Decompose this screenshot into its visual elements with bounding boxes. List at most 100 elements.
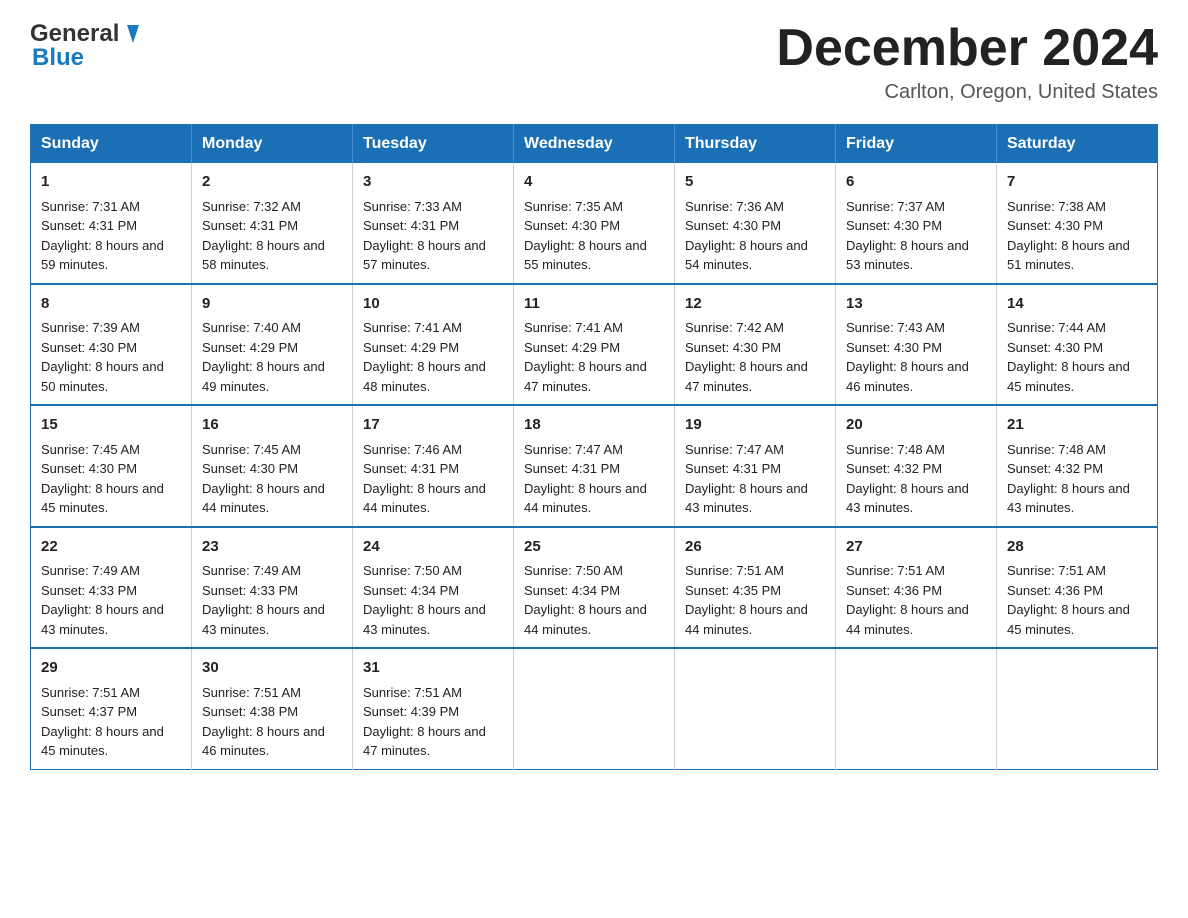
day-number: 8 [41, 293, 181, 316]
calendar-week-row: 22 Sunrise: 7:49 AMSunset: 4:33 PMDaylig… [31, 527, 1158, 649]
day-info: Sunrise: 7:41 AMSunset: 4:29 PMDaylight:… [524, 320, 647, 394]
day-info: Sunrise: 7:47 AMSunset: 4:31 PMDaylight:… [524, 442, 647, 516]
page-header: General Blue December 2024 Carlton, Oreg… [30, 20, 1158, 104]
day-info: Sunrise: 7:48 AMSunset: 4:32 PMDaylight:… [846, 442, 969, 516]
calendar-week-row: 1 Sunrise: 7:31 AMSunset: 4:31 PMDayligh… [31, 163, 1158, 284]
table-row: 10 Sunrise: 7:41 AMSunset: 4:29 PMDaylig… [353, 284, 514, 406]
col-wednesday: Wednesday [514, 125, 675, 164]
table-row: 15 Sunrise: 7:45 AMSunset: 4:30 PMDaylig… [31, 405, 192, 527]
day-number: 7 [1007, 171, 1147, 194]
day-number: 19 [685, 414, 825, 437]
day-number: 5 [685, 171, 825, 194]
table-row: 19 Sunrise: 7:47 AMSunset: 4:31 PMDaylig… [675, 405, 836, 527]
col-tuesday: Tuesday [353, 125, 514, 164]
day-info: Sunrise: 7:51 AMSunset: 4:38 PMDaylight:… [202, 685, 325, 759]
day-number: 14 [1007, 293, 1147, 316]
day-number: 3 [363, 171, 503, 194]
table-row [514, 648, 675, 769]
table-row: 13 Sunrise: 7:43 AMSunset: 4:30 PMDaylig… [836, 284, 997, 406]
day-info: Sunrise: 7:39 AMSunset: 4:30 PMDaylight:… [41, 320, 164, 394]
day-info: Sunrise: 7:31 AMSunset: 4:31 PMDaylight:… [41, 199, 164, 273]
calendar-header-row: Sunday Monday Tuesday Wednesday Thursday… [31, 125, 1158, 164]
day-info: Sunrise: 7:51 AMSunset: 4:36 PMDaylight:… [1007, 563, 1130, 637]
col-friday: Friday [836, 125, 997, 164]
day-info: Sunrise: 7:45 AMSunset: 4:30 PMDaylight:… [41, 442, 164, 516]
day-info: Sunrise: 7:44 AMSunset: 4:30 PMDaylight:… [1007, 320, 1130, 394]
day-number: 6 [846, 171, 986, 194]
day-number: 17 [363, 414, 503, 437]
day-number: 18 [524, 414, 664, 437]
logo: General Blue [30, 20, 145, 72]
table-row [836, 648, 997, 769]
day-info: Sunrise: 7:50 AMSunset: 4:34 PMDaylight:… [524, 563, 647, 637]
month-title: December 2024 [776, 20, 1158, 77]
day-number: 25 [524, 536, 664, 559]
col-thursday: Thursday [675, 125, 836, 164]
day-number: 26 [685, 536, 825, 559]
table-row: 16 Sunrise: 7:45 AMSunset: 4:30 PMDaylig… [192, 405, 353, 527]
table-row: 24 Sunrise: 7:50 AMSunset: 4:34 PMDaylig… [353, 527, 514, 649]
day-number: 31 [363, 657, 503, 680]
col-sunday: Sunday [31, 125, 192, 164]
day-number: 23 [202, 536, 342, 559]
table-row: 27 Sunrise: 7:51 AMSunset: 4:36 PMDaylig… [836, 527, 997, 649]
table-row: 4 Sunrise: 7:35 AMSunset: 4:30 PMDayligh… [514, 163, 675, 284]
logo-blue-text: Blue [32, 44, 145, 72]
table-row: 22 Sunrise: 7:49 AMSunset: 4:33 PMDaylig… [31, 527, 192, 649]
calendar-table: Sunday Monday Tuesday Wednesday Thursday… [30, 124, 1158, 770]
table-row: 3 Sunrise: 7:33 AMSunset: 4:31 PMDayligh… [353, 163, 514, 284]
table-row: 31 Sunrise: 7:51 AMSunset: 4:39 PMDaylig… [353, 648, 514, 769]
table-row: 18 Sunrise: 7:47 AMSunset: 4:31 PMDaylig… [514, 405, 675, 527]
day-info: Sunrise: 7:48 AMSunset: 4:32 PMDaylight:… [1007, 442, 1130, 516]
table-row: 20 Sunrise: 7:48 AMSunset: 4:32 PMDaylig… [836, 405, 997, 527]
day-info: Sunrise: 7:38 AMSunset: 4:30 PMDaylight:… [1007, 199, 1130, 273]
col-saturday: Saturday [997, 125, 1158, 164]
day-info: Sunrise: 7:33 AMSunset: 4:31 PMDaylight:… [363, 199, 486, 273]
calendar-week-row: 15 Sunrise: 7:45 AMSunset: 4:30 PMDaylig… [31, 405, 1158, 527]
table-row: 2 Sunrise: 7:32 AMSunset: 4:31 PMDayligh… [192, 163, 353, 284]
table-row [997, 648, 1158, 769]
table-row: 9 Sunrise: 7:40 AMSunset: 4:29 PMDayligh… [192, 284, 353, 406]
table-row: 14 Sunrise: 7:44 AMSunset: 4:30 PMDaylig… [997, 284, 1158, 406]
table-row: 21 Sunrise: 7:48 AMSunset: 4:32 PMDaylig… [997, 405, 1158, 527]
day-number: 4 [524, 171, 664, 194]
day-number: 27 [846, 536, 986, 559]
table-row: 23 Sunrise: 7:49 AMSunset: 4:33 PMDaylig… [192, 527, 353, 649]
day-number: 15 [41, 414, 181, 437]
table-row: 11 Sunrise: 7:41 AMSunset: 4:29 PMDaylig… [514, 284, 675, 406]
table-row: 6 Sunrise: 7:37 AMSunset: 4:30 PMDayligh… [836, 163, 997, 284]
day-number: 28 [1007, 536, 1147, 559]
day-number: 11 [524, 293, 664, 316]
table-row: 8 Sunrise: 7:39 AMSunset: 4:30 PMDayligh… [31, 284, 192, 406]
day-number: 12 [685, 293, 825, 316]
day-info: Sunrise: 7:49 AMSunset: 4:33 PMDaylight:… [202, 563, 325, 637]
title-block: December 2024 Carlton, Oregon, United St… [776, 20, 1158, 104]
table-row: 29 Sunrise: 7:51 AMSunset: 4:37 PMDaylig… [31, 648, 192, 769]
day-info: Sunrise: 7:37 AMSunset: 4:30 PMDaylight:… [846, 199, 969, 273]
day-number: 16 [202, 414, 342, 437]
day-number: 29 [41, 657, 181, 680]
day-info: Sunrise: 7:36 AMSunset: 4:30 PMDaylight:… [685, 199, 808, 273]
day-number: 10 [363, 293, 503, 316]
day-info: Sunrise: 7:35 AMSunset: 4:30 PMDaylight:… [524, 199, 647, 273]
table-row: 7 Sunrise: 7:38 AMSunset: 4:30 PMDayligh… [997, 163, 1158, 284]
day-number: 2 [202, 171, 342, 194]
day-number: 24 [363, 536, 503, 559]
day-info: Sunrise: 7:51 AMSunset: 4:36 PMDaylight:… [846, 563, 969, 637]
day-info: Sunrise: 7:51 AMSunset: 4:37 PMDaylight:… [41, 685, 164, 759]
day-number: 13 [846, 293, 986, 316]
calendar-week-row: 29 Sunrise: 7:51 AMSunset: 4:37 PMDaylig… [31, 648, 1158, 769]
col-monday: Monday [192, 125, 353, 164]
table-row: 30 Sunrise: 7:51 AMSunset: 4:38 PMDaylig… [192, 648, 353, 769]
day-info: Sunrise: 7:43 AMSunset: 4:30 PMDaylight:… [846, 320, 969, 394]
table-row: 25 Sunrise: 7:50 AMSunset: 4:34 PMDaylig… [514, 527, 675, 649]
day-info: Sunrise: 7:40 AMSunset: 4:29 PMDaylight:… [202, 320, 325, 394]
calendar-week-row: 8 Sunrise: 7:39 AMSunset: 4:30 PMDayligh… [31, 284, 1158, 406]
day-number: 20 [846, 414, 986, 437]
table-row: 28 Sunrise: 7:51 AMSunset: 4:36 PMDaylig… [997, 527, 1158, 649]
day-number: 1 [41, 171, 181, 194]
table-row: 1 Sunrise: 7:31 AMSunset: 4:31 PMDayligh… [31, 163, 192, 284]
day-info: Sunrise: 7:47 AMSunset: 4:31 PMDaylight:… [685, 442, 808, 516]
day-info: Sunrise: 7:51 AMSunset: 4:39 PMDaylight:… [363, 685, 486, 759]
day-info: Sunrise: 7:50 AMSunset: 4:34 PMDaylight:… [363, 563, 486, 637]
